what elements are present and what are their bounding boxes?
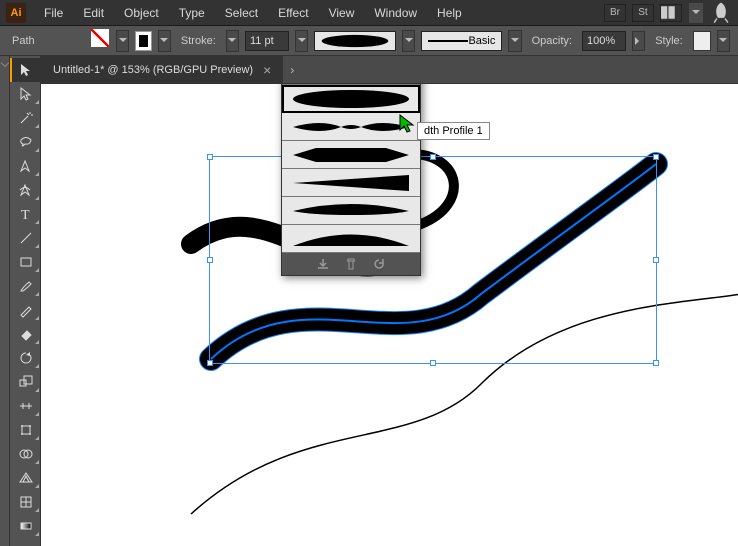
profile-4[interactable] bbox=[282, 169, 420, 197]
tool-rectangle[interactable] bbox=[10, 250, 41, 274]
tool-free-transform[interactable] bbox=[10, 418, 41, 442]
menu-help[interactable]: Help bbox=[429, 3, 470, 23]
tool-mesh[interactable] bbox=[10, 490, 41, 514]
tool-magic-wand[interactable] bbox=[10, 106, 41, 130]
opacity-flyout-icon[interactable] bbox=[632, 31, 645, 51]
save-profile-icon[interactable] bbox=[316, 257, 330, 271]
tool-brush[interactable] bbox=[10, 274, 41, 298]
menu-effect[interactable]: Effect bbox=[270, 3, 316, 23]
opacity-input[interactable] bbox=[582, 31, 626, 51]
handle-e[interactable] bbox=[653, 257, 659, 263]
menu-type[interactable]: Type bbox=[171, 3, 213, 23]
handle-se[interactable] bbox=[653, 360, 659, 366]
profile-2[interactable] bbox=[282, 113, 420, 141]
stroke-label: Stroke: bbox=[177, 35, 220, 47]
menu-edit[interactable]: Edit bbox=[75, 3, 112, 23]
tool-line[interactable] bbox=[10, 226, 41, 250]
left-panel-rail[interactable] bbox=[0, 56, 10, 546]
handle-ne[interactable] bbox=[653, 154, 659, 160]
tooltip-text: dth Profile 1 bbox=[424, 125, 483, 137]
bridge-icon[interactable]: Br bbox=[604, 4, 626, 22]
brush-dropdown-icon[interactable] bbox=[508, 30, 521, 52]
tool-eraser[interactable] bbox=[10, 322, 41, 346]
tool-width[interactable] bbox=[10, 394, 41, 418]
tool-pen[interactable] bbox=[10, 154, 41, 178]
fill-dropdown-icon[interactable] bbox=[116, 30, 129, 52]
tab-overflow-icon[interactable]: › bbox=[283, 56, 301, 83]
selection-bbox[interactable] bbox=[209, 156, 657, 364]
handle-w[interactable] bbox=[207, 257, 213, 263]
handle-nw[interactable] bbox=[207, 154, 213, 160]
opacity-label: Opacity: bbox=[528, 35, 576, 47]
style-label: Style: bbox=[651, 35, 687, 47]
menu-object[interactable]: Object bbox=[116, 3, 167, 23]
tool-curvature[interactable] bbox=[10, 178, 41, 202]
profile-6[interactable] bbox=[282, 225, 420, 253]
delete-profile-icon[interactable] bbox=[344, 257, 358, 271]
stroke-weight-dropdown-icon[interactable] bbox=[295, 30, 308, 52]
stroke-stepper-icon[interactable] bbox=[226, 30, 239, 52]
handle-sw[interactable] bbox=[207, 360, 213, 366]
arrange-dropdown-icon[interactable] bbox=[688, 2, 704, 24]
document-tabs: Untitled-1* @ 153% (RGB/GPU Preview) × › bbox=[41, 56, 738, 84]
canvas[interactable]: Uniform bbox=[41, 84, 738, 546]
tool-pencil[interactable] bbox=[10, 298, 41, 322]
width-profile-dropdown: Uniform bbox=[281, 84, 421, 276]
handle-n[interactable] bbox=[430, 154, 436, 160]
style-swatch[interactable] bbox=[693, 31, 711, 51]
toolbox: T bbox=[10, 56, 41, 546]
tool-type[interactable]: T bbox=[10, 202, 41, 226]
profile-1[interactable] bbox=[282, 85, 420, 113]
profile-dropdown-icon[interactable] bbox=[402, 30, 415, 52]
handle-s[interactable] bbox=[430, 360, 436, 366]
profile-footer bbox=[282, 253, 420, 275]
profile-5[interactable] bbox=[282, 197, 420, 225]
gpu-rocket-icon[interactable] bbox=[710, 4, 732, 22]
profile-3[interactable] bbox=[282, 141, 420, 169]
menu-window[interactable]: Window bbox=[366, 3, 425, 23]
stroke-weight-input[interactable] bbox=[245, 31, 289, 51]
variable-width-profile-button[interactable] bbox=[314, 31, 396, 51]
brush-label: Basic bbox=[468, 35, 495, 47]
tool-selection[interactable] bbox=[10, 58, 41, 82]
tool-gradient[interactable] bbox=[10, 514, 41, 538]
style-dropdown-icon[interactable] bbox=[717, 30, 730, 52]
expand-rail-icon[interactable] bbox=[0, 59, 8, 67]
fill-stroke-swatch[interactable] bbox=[91, 29, 110, 53]
stroke-swatch[interactable] bbox=[135, 31, 151, 51]
reset-profile-icon[interactable] bbox=[372, 257, 386, 271]
svg-text:T: T bbox=[21, 208, 30, 222]
tool-perspective[interactable] bbox=[10, 466, 41, 490]
tool-rotate[interactable] bbox=[10, 346, 41, 370]
document-tab[interactable]: Untitled-1* @ 153% (RGB/GPU Preview) × bbox=[41, 56, 283, 83]
tool-direct-selection[interactable] bbox=[10, 82, 41, 106]
menu-view[interactable]: View bbox=[321, 3, 363, 23]
control-bar: Path Stroke: Basic Opacity: Style: bbox=[0, 26, 738, 56]
context-label: Path bbox=[8, 35, 39, 47]
ai-logo: Ai bbox=[6, 3, 26, 23]
menu-select[interactable]: Select bbox=[217, 3, 266, 23]
menubar: Ai File Edit Object Type Select Effect V… bbox=[0, 0, 738, 26]
stroke-dropdown-icon[interactable] bbox=[158, 30, 171, 52]
tool-lasso[interactable] bbox=[10, 130, 41, 154]
menu-file[interactable]: File bbox=[36, 3, 71, 23]
tool-shape-builder[interactable] bbox=[10, 442, 41, 466]
tooltip: dth Profile 1 bbox=[417, 122, 490, 140]
arrange-icon[interactable] bbox=[660, 4, 682, 22]
brush-definition-button[interactable]: Basic bbox=[421, 31, 502, 51]
tab-label: Untitled-1* @ 153% (RGB/GPU Preview) bbox=[53, 64, 253, 76]
tool-scale[interactable] bbox=[10, 370, 41, 394]
stock-icon[interactable]: St bbox=[632, 4, 654, 22]
close-tab-icon[interactable]: × bbox=[263, 62, 271, 78]
